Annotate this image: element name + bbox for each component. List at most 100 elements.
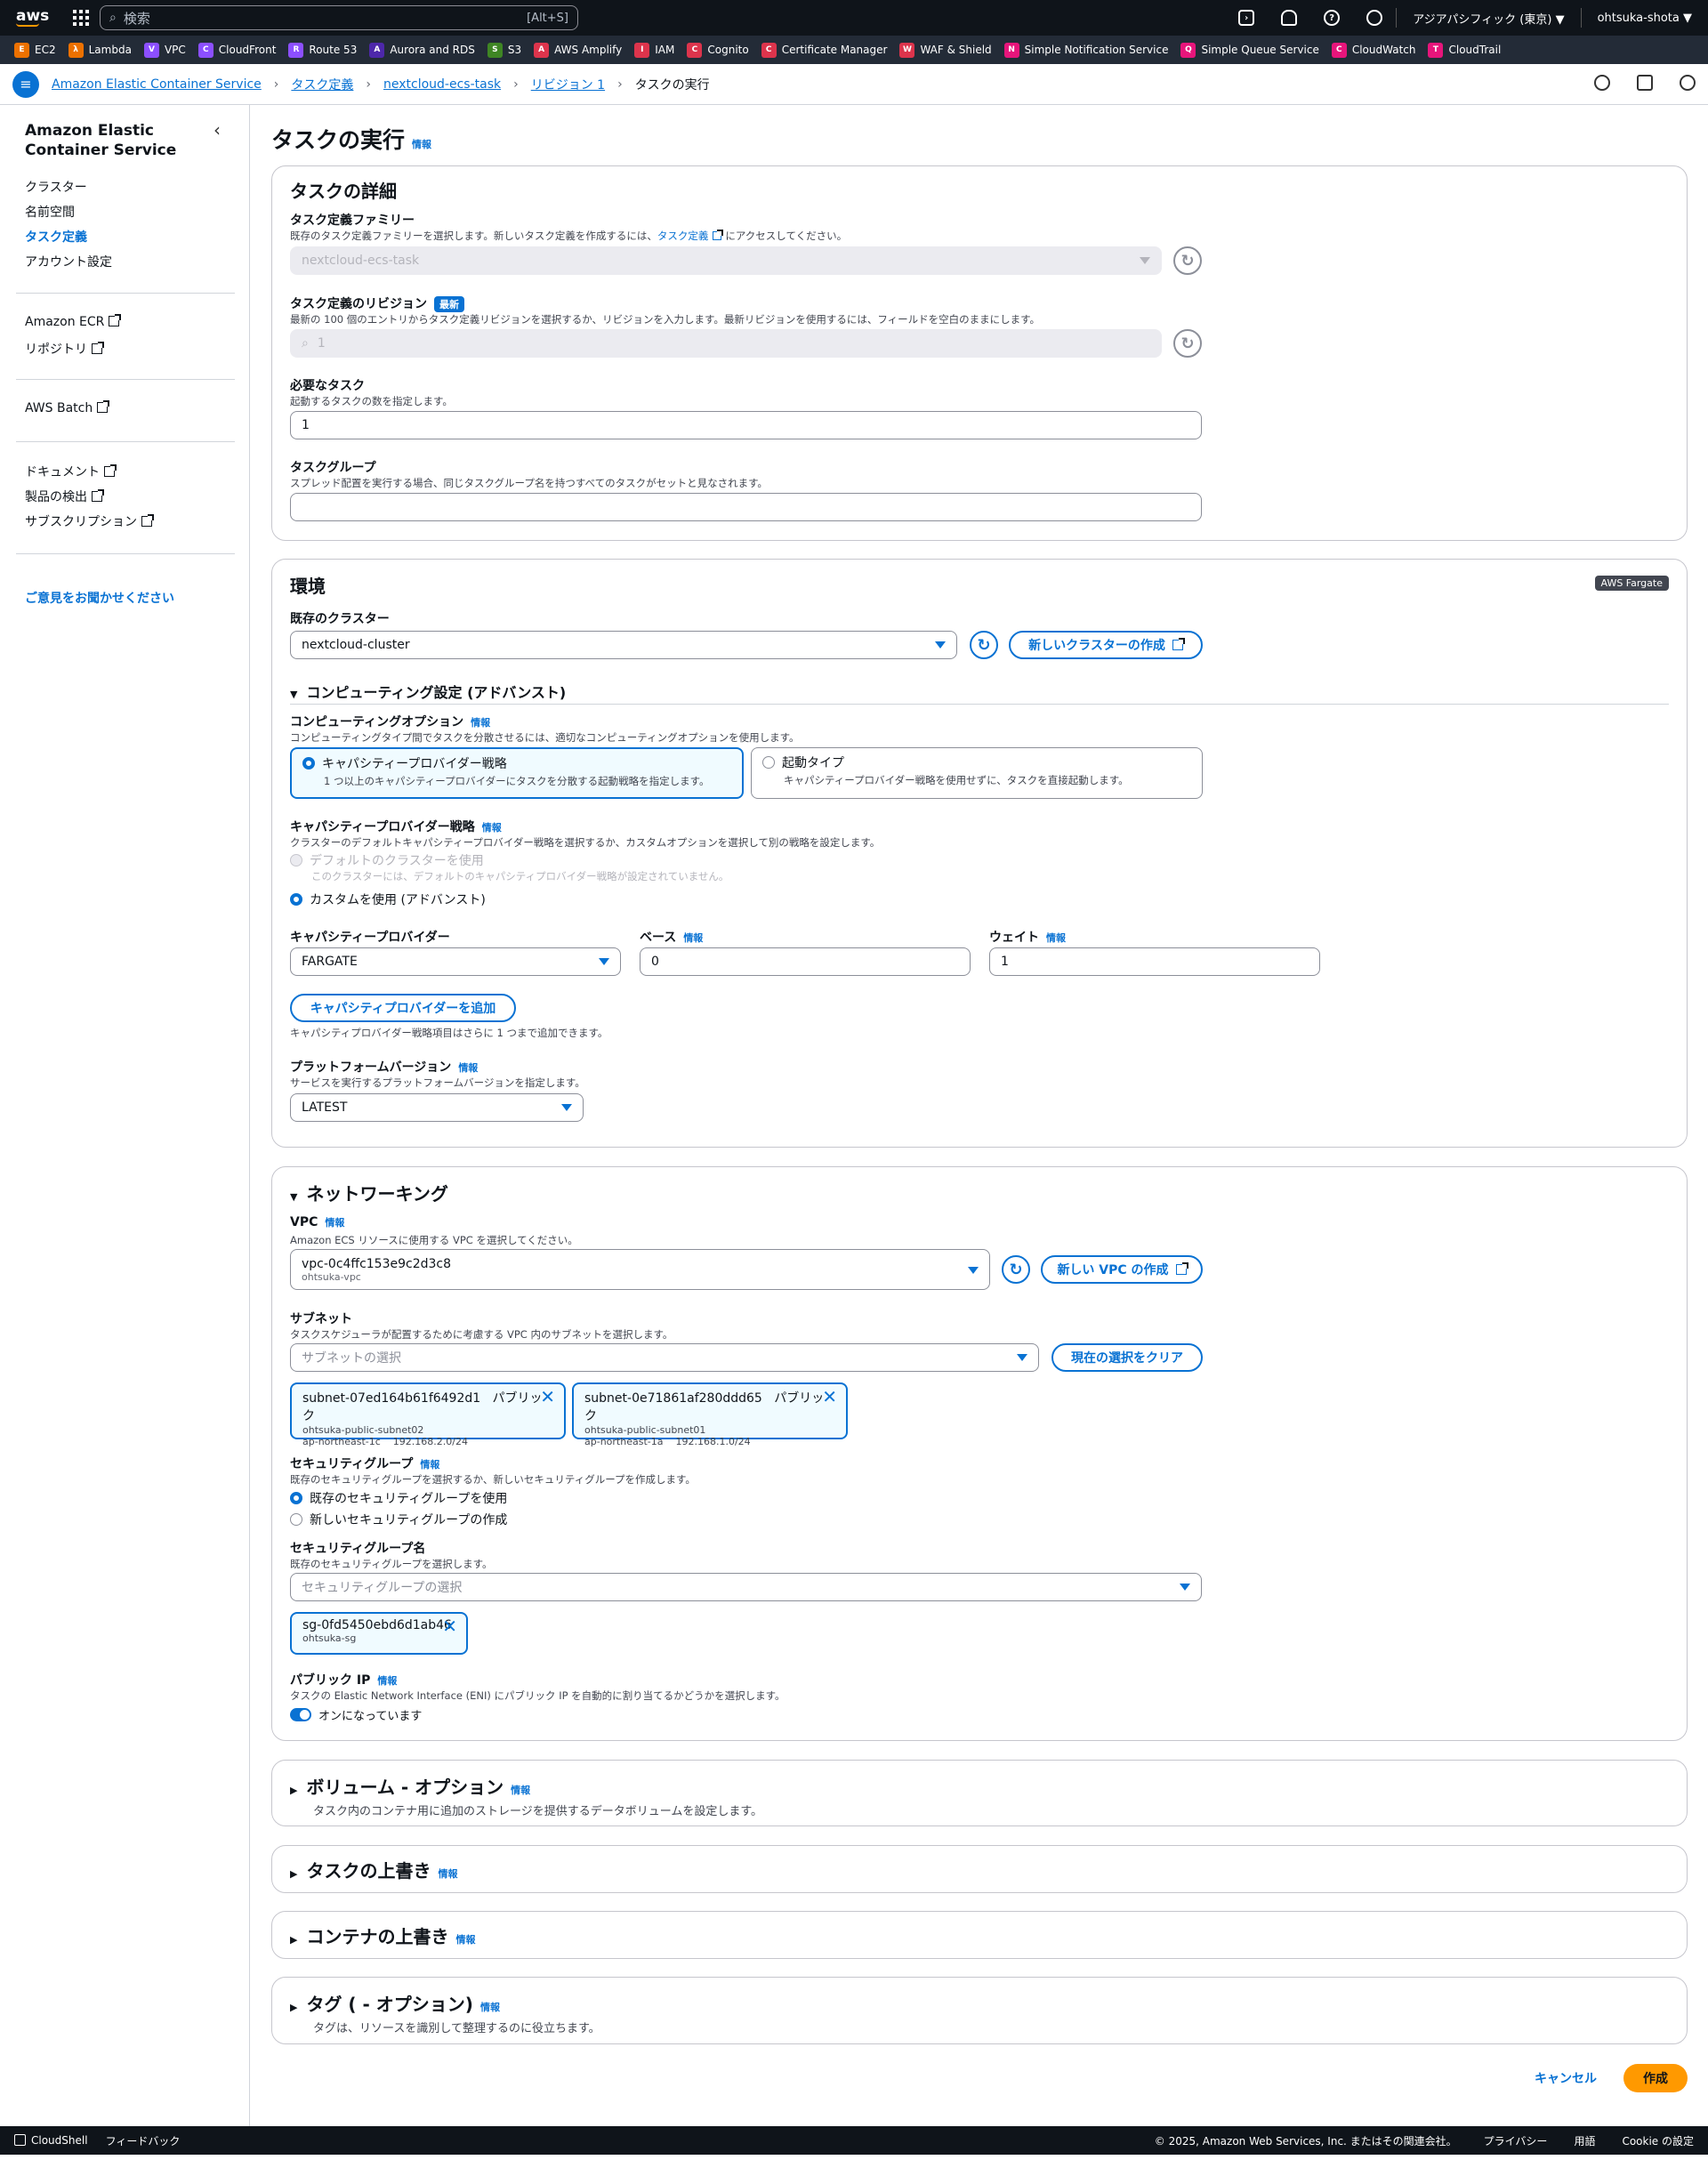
- refresh-icon[interactable]: ↻: [970, 631, 998, 659]
- favorite-route-53[interactable]: R Route 53: [288, 42, 357, 58]
- sidebar-link-subscriptions[interactable]: サブスクリプション: [25, 512, 154, 530]
- base-input[interactable]: 0: [640, 947, 971, 976]
- favorite-s3[interactable]: S S3: [487, 42, 521, 58]
- sidebar-item-namespaces[interactable]: 名前空間: [25, 203, 75, 221]
- region-selector[interactable]: アジアパシフィック (東京) ▼: [1397, 10, 1580, 27]
- remove-icon[interactable]: ✕: [822, 1386, 837, 1407]
- caret-down-icon: [935, 641, 946, 649]
- info-link[interactable]: 情報: [511, 1785, 530, 1796]
- clear-selection-button[interactable]: 現在の選択をクリア: [1051, 1343, 1203, 1372]
- vpc-select[interactable]: vpc-0c4ffc153e9c2d3c8 ohtsuka-vpc: [290, 1249, 990, 1290]
- subnet-select[interactable]: サブネットの選択: [290, 1343, 1039, 1372]
- create-button[interactable]: 作成: [1623, 2064, 1688, 2092]
- desired-tasks-input[interactable]: 1: [290, 411, 1202, 439]
- refresh-icon[interactable]: ↻: [1002, 1255, 1030, 1284]
- favorite-cloudwatch[interactable]: C CloudWatch: [1331, 42, 1415, 58]
- task-override-expander[interactable]: ▶ タスクの上書き 情報: [290, 1857, 457, 1882]
- account-menu[interactable]: ohtsuka-shota ▼: [1582, 12, 1708, 25]
- services-menu-icon[interactable]: [73, 10, 89, 26]
- search-input[interactable]: ⌕ 検索 [Alt+S]: [100, 5, 578, 30]
- radio-new-sg[interactable]: 新しいセキュリティグループの作成: [290, 1511, 507, 1528]
- create-cluster-button[interactable]: 新しいクラスターの作成: [1009, 631, 1203, 659]
- info-link[interactable]: 情報: [455, 1934, 475, 1946]
- breadcrumb-revision[interactable]: リビジョン 1: [531, 76, 605, 93]
- sidebar-item-clusters[interactable]: クラスター: [25, 178, 87, 196]
- menu-icon[interactable]: ≡: [12, 70, 39, 98]
- sidebar-link-ecr[interactable]: Amazon ECR: [25, 314, 122, 329]
- favorite-lambda[interactable]: λ Lambda: [68, 42, 132, 58]
- info-panel-icon[interactable]: [1594, 75, 1610, 91]
- volume-expander[interactable]: ▶ ボリューム - オプション 情報: [290, 1773, 530, 1799]
- terms-link[interactable]: 用語: [1574, 2133, 1595, 2148]
- collapse-sidebar-icon[interactable]: ‹: [214, 119, 221, 141]
- radio-custom[interactable]: カスタムを使用 (アドバンスト): [290, 891, 486, 908]
- platform-version-select[interactable]: LATEST: [290, 1093, 584, 1122]
- favorite-cognito[interactable]: C Cognito: [687, 42, 749, 58]
- remove-icon[interactable]: ✕: [540, 1386, 555, 1407]
- notifications-icon[interactable]: [1281, 10, 1298, 26]
- info-link[interactable]: 情報: [420, 1459, 439, 1471]
- info-link[interactable]: 情報: [438, 1868, 457, 1880]
- sidebar-item-account-settings[interactable]: アカウント設定: [25, 253, 112, 270]
- feedback-link[interactable]: ご意見をお聞かせください: [25, 589, 174, 607]
- sidebar-link-repositories[interactable]: リポジトリ: [25, 340, 104, 358]
- remove-icon[interactable]: ✕: [442, 1616, 457, 1637]
- favorite-simple-notification-service[interactable]: N Simple Notification Service: [1003, 42, 1168, 58]
- info-link[interactable]: 情報: [377, 1675, 397, 1687]
- settings-icon[interactable]: [1366, 10, 1383, 26]
- info-link[interactable]: 情報: [1046, 932, 1066, 944]
- favorite-cloudtrail[interactable]: T CloudTrail: [1428, 42, 1501, 58]
- networking-expander[interactable]: ▼ ネットワーキング: [290, 1180, 448, 1205]
- info-link[interactable]: 情報: [412, 139, 431, 150]
- privacy-link[interactable]: プライバシー: [1484, 2133, 1548, 2148]
- sidebar-link-discover[interactable]: 製品の検出: [25, 488, 104, 505]
- tags-expander[interactable]: ▶ タグ ( - オプション) 情報: [290, 1990, 500, 2016]
- favorite-waf-shield[interactable]: W WAF & Shield: [899, 42, 992, 58]
- notes-icon[interactable]: [1637, 75, 1653, 91]
- cluster-select[interactable]: nextcloud-cluster: [290, 631, 957, 659]
- sidebar-link-batch[interactable]: AWS Batch: [25, 400, 110, 415]
- favorite-aurora-and-rds[interactable]: A Aurora and RDS: [369, 42, 475, 58]
- add-capacity-provider-button[interactable]: キャパシティプロバイダーを追加: [290, 994, 516, 1022]
- cookie-settings-link[interactable]: Cookie の設定: [1622, 2133, 1694, 2148]
- feedback-button[interactable]: フィードバック: [106, 2133, 181, 2148]
- desired-tasks-description: 起動するタスクの数を指定します。: [290, 395, 453, 407]
- info-link[interactable]: 情報: [683, 932, 703, 944]
- create-vpc-button[interactable]: 新しい VPC の作成: [1041, 1255, 1203, 1284]
- breadcrumb-task-definitions[interactable]: タスク定義: [291, 76, 353, 93]
- info-link[interactable]: 情報: [471, 717, 490, 729]
- favorite-cloudfront[interactable]: C CloudFront: [197, 42, 276, 58]
- breadcrumb-ecs[interactable]: Amazon Elastic Container Service: [52, 77, 262, 92]
- info-link[interactable]: 情報: [458, 1062, 478, 1074]
- launch-type-tile[interactable]: 起動タイプ キャパシティープロバイダー戦略を使用せずに、タスクを直接起動します。: [751, 747, 1203, 799]
- cloudshell-icon[interactable]: ›: [1238, 10, 1255, 26]
- cancel-button[interactable]: キャンセル: [1535, 2069, 1597, 2087]
- sg-select[interactable]: セキュリティグループの選択: [290, 1573, 1202, 1601]
- favorite-iam[interactable]: I IAM: [634, 42, 674, 58]
- weight-input[interactable]: 1: [989, 947, 1320, 976]
- help-icon[interactable]: ?: [1324, 10, 1341, 26]
- info-link[interactable]: 情報: [325, 1217, 344, 1229]
- sidebar-item-task-definitions[interactable]: タスク定義: [25, 228, 87, 246]
- info-link[interactable]: 情報: [482, 822, 502, 834]
- radio-existing-sg[interactable]: 既存のセキュリティグループを使用: [290, 1489, 507, 1507]
- container-override-expander[interactable]: ▶ コンテナの上書き 情報: [290, 1922, 475, 1948]
- info-link[interactable]: 情報: [480, 2002, 500, 2013]
- sidebar-link-docs[interactable]: ドキュメント: [25, 463, 117, 480]
- aws-logo[interactable]: aws: [16, 9, 49, 27]
- favorite-certificate-manager[interactable]: C Certificate Manager: [761, 42, 887, 58]
- favorite-vpc[interactable]: V VPC: [143, 42, 186, 58]
- preferences-icon[interactable]: [1680, 75, 1696, 91]
- cloudshell-button[interactable]: CloudShell: [14, 2134, 88, 2147]
- favorite-ec2[interactable]: E EC2: [14, 42, 56, 58]
- task-group-input[interactable]: [290, 493, 1202, 521]
- breadcrumb-task-family[interactable]: nextcloud-ecs-task: [383, 77, 501, 92]
- sidebar-title[interactable]: Amazon Elastic Container Service: [25, 121, 203, 160]
- favorite-simple-queue-service[interactable]: Q Simple Queue Service: [1180, 42, 1319, 58]
- task-definition-link[interactable]: タスク定義: [657, 230, 709, 242]
- public-ip-toggle[interactable]: オンになっています: [290, 1706, 422, 1723]
- capacity-provider-strategy-tile[interactable]: キャパシティープロバイダー戦略 1 つ以上のキャパシティープロバイダーにタスクを…: [290, 747, 744, 799]
- compute-config-expander[interactable]: ▼ コンピューティング設定 (アドバンスト): [290, 681, 566, 702]
- favorite-aws-amplify[interactable]: A AWS Amplify: [534, 42, 622, 58]
- capacity-provider-select[interactable]: FARGATE: [290, 947, 621, 976]
